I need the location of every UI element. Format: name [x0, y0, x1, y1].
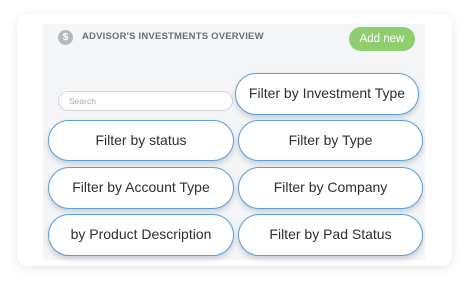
page-title: ADVISOR'S INVESTMENTS OVERVIEW — [82, 31, 264, 42]
filter-type-button[interactable]: Filter by Type — [238, 120, 423, 161]
filter-company-button[interactable]: Filter by Company — [238, 167, 423, 209]
filter-account-type-button[interactable]: Filter by Account Type — [48, 167, 234, 209]
add-new-button[interactable]: Add new — [349, 27, 415, 51]
filter-pad-status-button[interactable]: Filter by Pad Status — [238, 214, 423, 256]
filter-product-description-button[interactable]: by Product Description — [48, 214, 234, 256]
dollar-icon: $ — [58, 30, 73, 45]
filter-investment-type-button[interactable]: Filter by Investment Type — [235, 73, 419, 115]
filter-status-button[interactable]: Filter by status — [48, 120, 234, 161]
search-input[interactable] — [58, 91, 233, 111]
